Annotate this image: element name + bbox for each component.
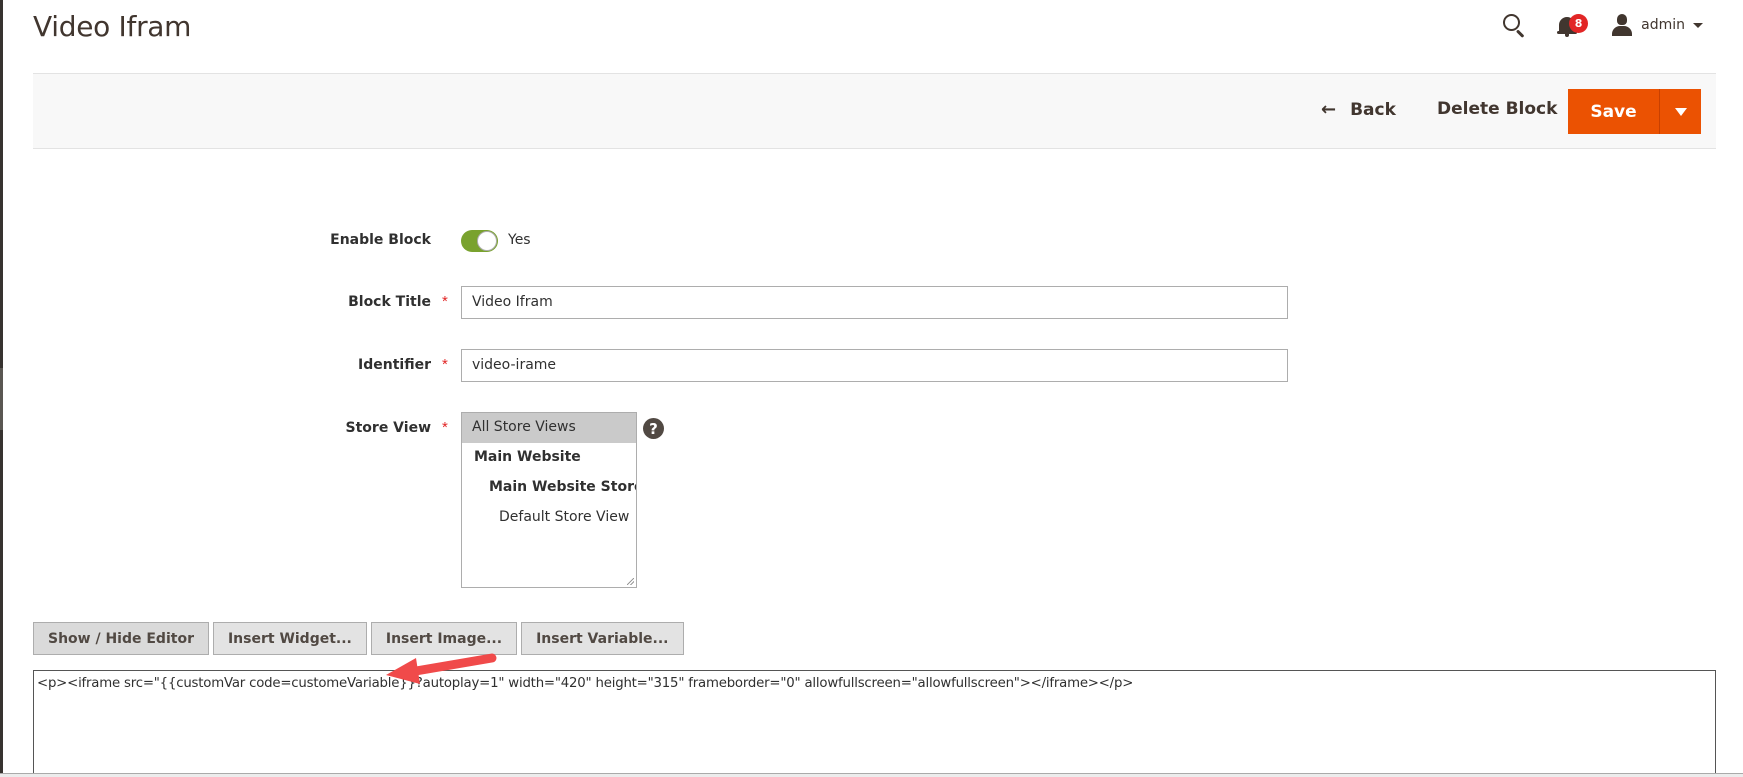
store-option-all[interactable]: All Store Views: [462, 413, 636, 443]
user-menu[interactable]: admin: [1611, 14, 1703, 36]
notification-badge: 8: [1569, 14, 1589, 33]
scroll-thumb[interactable]: [0, 368, 3, 430]
insert-image-button[interactable]: Insert Image...: [370, 622, 518, 655]
save-split-button: Save: [1568, 89, 1701, 134]
window-left-edge: [0, 0, 3, 777]
show-hide-editor-button[interactable]: Show / Hide Editor: [33, 622, 209, 655]
arrow-left-icon: ←: [1321, 99, 1337, 120]
header-actions: 8 admin: [1501, 8, 1703, 42]
editor-toolbar: Show / Hide Editor Insert Widget... Inse…: [33, 622, 684, 655]
enable-block-state: Yes: [508, 232, 531, 248]
save-options-toggle[interactable]: [1660, 89, 1701, 134]
store-option-website[interactable]: Main Website: [462, 443, 636, 473]
store-option-store[interactable]: Main Website Store: [462, 473, 636, 503]
search-icon[interactable]: [1501, 12, 1527, 38]
identifier-input[interactable]: video-irame: [461, 349, 1288, 382]
required-marker: *: [442, 356, 448, 373]
bell-icon[interactable]: 8: [1557, 12, 1589, 38]
page-title: Video Ifram: [33, 10, 192, 43]
question-icon[interactable]: ?: [643, 418, 664, 439]
caret-down-icon: [1693, 22, 1703, 28]
bottom-strip: [0, 773, 1743, 777]
insert-widget-button[interactable]: Insert Widget...: [212, 622, 367, 655]
user-name: admin: [1641, 17, 1685, 33]
insert-variable-button[interactable]: Insert Variable...: [521, 622, 684, 655]
store-view-multiselect[interactable]: All Store Views Main Website Main Websit…: [461, 412, 637, 588]
store-view-label: Store View: [345, 420, 431, 436]
user-icon: [1611, 14, 1633, 36]
enable-block-label: Enable Block: [330, 232, 431, 248]
block-title-label: Block Title: [348, 294, 431, 310]
delete-block-button[interactable]: Delete Block: [1437, 99, 1557, 119]
required-marker: *: [442, 419, 448, 436]
save-button[interactable]: Save: [1568, 89, 1660, 134]
back-label: Back: [1350, 99, 1396, 120]
required-marker: *: [442, 293, 448, 310]
identifier-label: Identifier: [358, 357, 431, 373]
caret-down-icon: [1674, 107, 1687, 116]
back-button[interactable]: ← Back: [1321, 99, 1396, 120]
block-title-input[interactable]: Video Ifram: [461, 286, 1288, 319]
enable-block-toggle[interactable]: [461, 230, 498, 252]
store-option-default-view[interactable]: Default Store View: [462, 503, 636, 533]
page-actions-bar: ← Back Delete Block Save: [33, 73, 1716, 149]
content-editor-textarea[interactable]: <p><iframe src="{{customVar code=custome…: [33, 670, 1716, 777]
resize-handle[interactable]: [627, 578, 634, 585]
